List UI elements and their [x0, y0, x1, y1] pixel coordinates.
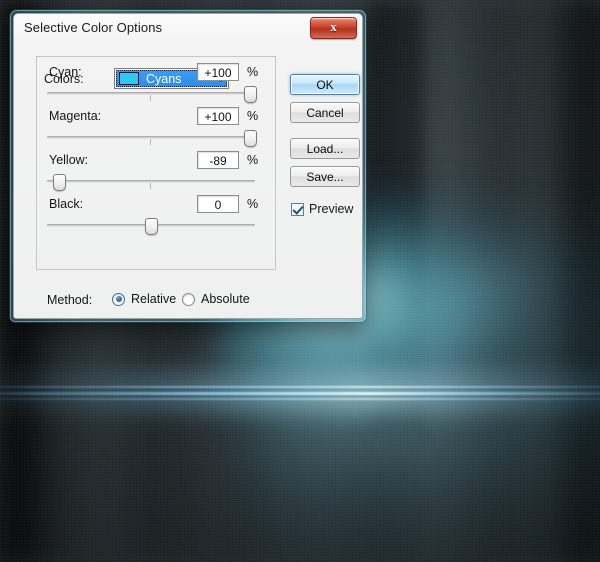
preview-checkbox[interactable]: [291, 202, 304, 216]
cancel-button[interactable]: Cancel: [290, 102, 360, 123]
preview-checkbox-row[interactable]: Preview: [291, 202, 353, 216]
magenta-slider[interactable]: [47, 130, 257, 147]
magenta-input[interactable]: +100: [197, 107, 239, 125]
cyan-input[interactable]: +100: [197, 63, 239, 81]
magenta-slider-track: [47, 136, 255, 139]
method-option-absolute[interactable]: Absolute: [182, 292, 250, 306]
yellow-slider[interactable]: [47, 174, 255, 191]
yellow-input[interactable]: -89: [197, 151, 239, 169]
cyan-slider-track: [47, 92, 255, 95]
cyan-slider-center-tick: [150, 95, 151, 101]
black-input[interactable]: 0: [197, 195, 239, 213]
black-slider[interactable]: [47, 218, 255, 235]
save-button[interactable]: Save...: [290, 166, 360, 187]
magenta-label: Magenta:: [49, 109, 102, 123]
relative-radio[interactable]: [112, 292, 125, 306]
black-unit: %: [247, 197, 259, 211]
yellow-slider-center-tick: [150, 183, 151, 189]
dialog-inner-surface: Selective Color Options x Colors: Cyans …: [13, 13, 363, 319]
black-label: Black:: [49, 197, 84, 211]
absolute-radio[interactable]: [182, 292, 195, 306]
cyan-slider[interactable]: [47, 86, 257, 103]
cyan-slider-thumb[interactable]: [244, 86, 257, 103]
absolute-label: Absolute: [201, 292, 250, 306]
relative-label: Relative: [131, 292, 177, 306]
black-slider-thumb[interactable]: [145, 218, 158, 235]
method-option-relative[interactable]: Relative: [112, 292, 176, 306]
selective-color-options-dialog: Selective Color Options x Colors: Cyans …: [10, 10, 366, 322]
yellow-slider-track: [47, 180, 255, 183]
magenta-unit: %: [247, 109, 259, 123]
cyan-unit: %: [247, 65, 259, 79]
yellow-slider-thumb[interactable]: [53, 174, 66, 191]
yellow-label: Yellow:: [49, 153, 89, 167]
cyan-label: Cyan:: [49, 65, 82, 79]
preview-label: Preview: [309, 202, 354, 216]
dialog-title: Selective Color Options: [24, 20, 163, 35]
magenta-slider-thumb[interactable]: [244, 130, 257, 147]
magenta-slider-center-tick: [150, 139, 151, 145]
load-button[interactable]: Load...: [290, 138, 360, 159]
close-button[interactable]: x: [310, 17, 357, 39]
ok-button[interactable]: OK: [290, 74, 360, 95]
dialog-title-bar[interactable]: Selective Color Options x: [14, 14, 362, 44]
method-label: Method:: [47, 293, 93, 307]
color-sliders-group: Cyan: +100 % Magenta: +100 % Yellow: -89…: [36, 56, 276, 270]
yellow-unit: %: [247, 153, 259, 167]
close-icon: x: [330, 19, 337, 34]
